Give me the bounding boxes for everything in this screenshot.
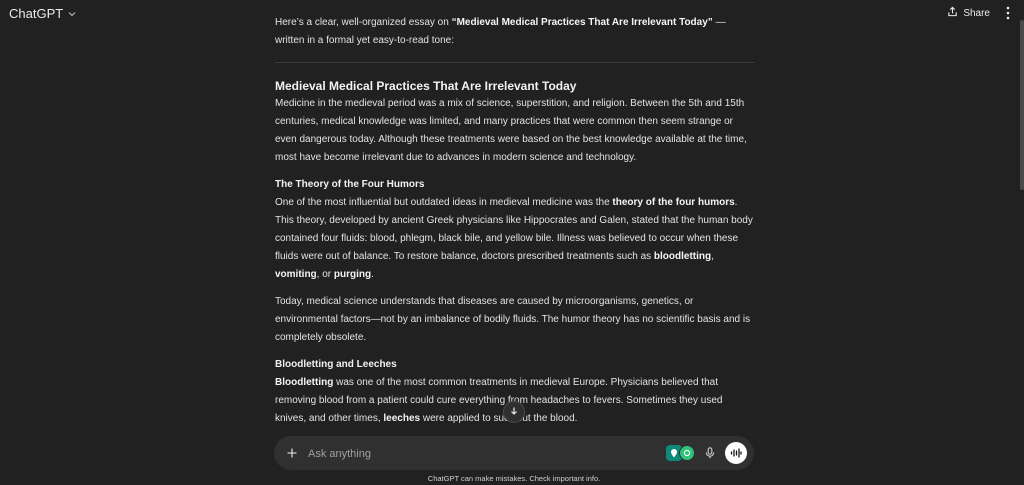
intro-paragraph: Medicine in the medieval period was a mi… xyxy=(275,98,747,163)
essay-title: Medieval Medical Practices That Are Irre… xyxy=(275,79,577,93)
intro-topic: “Medieval Medical Practices That Are Irr… xyxy=(451,17,713,28)
section-heading-four-humors: The Theory of the Four Humors xyxy=(275,179,425,190)
chevron-down-icon xyxy=(67,9,77,19)
extension-icons[interactable] xyxy=(666,445,696,461)
assistant-message: Here’s a clear, well-organized essay on … xyxy=(275,14,755,428)
share-button[interactable]: Share xyxy=(947,6,990,20)
more-icon[interactable] xyxy=(1000,5,1016,21)
refresh-icon[interactable] xyxy=(679,445,695,461)
disclaimer: ChatGPT can make mistakes. Check importa… xyxy=(427,474,601,483)
model-name: ChatGPT xyxy=(9,6,64,21)
share-icon xyxy=(947,6,958,20)
four-humors-paragraph: One of the most influential but outdated… xyxy=(275,197,753,280)
plus-icon[interactable] xyxy=(284,445,300,461)
composer xyxy=(274,436,754,470)
share-label: Share xyxy=(963,7,990,19)
model-selector[interactable]: ChatGPT xyxy=(9,6,77,21)
scroll-to-bottom-button[interactable] xyxy=(503,401,525,423)
mic-icon[interactable] xyxy=(702,445,718,461)
scrollbar[interactable] xyxy=(1020,20,1024,190)
modern-science-paragraph: Today, medical science understands that … xyxy=(275,296,751,343)
voice-mode-icon[interactable] xyxy=(725,442,747,464)
intro-text: Here’s a clear, well-organized essay on … xyxy=(275,17,726,46)
divider xyxy=(275,62,755,63)
prompt-input[interactable] xyxy=(306,444,630,464)
arrow-down-icon xyxy=(509,403,519,421)
section-heading-bloodletting: Bloodletting and Leeches xyxy=(275,359,397,370)
